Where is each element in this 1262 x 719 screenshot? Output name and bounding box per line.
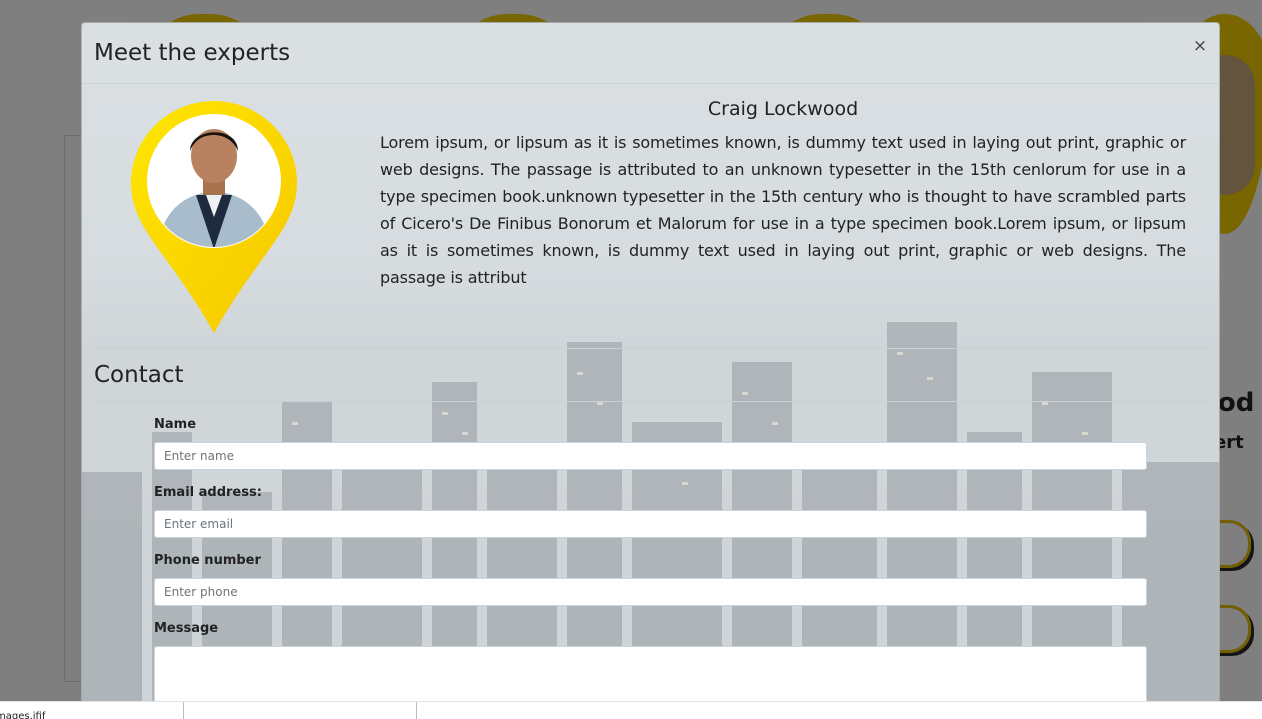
section-divider — [93, 348, 1208, 349]
name-input[interactable] — [154, 442, 1147, 470]
message-textarea[interactable] — [154, 646, 1147, 702]
message-label: Message — [154, 621, 219, 636]
download-bar: mages.jfif — [0, 701, 1262, 719]
download-bar-divider — [183, 702, 184, 719]
expert-modal: Meet the experts × Craig Lockwood Lorem … — [81, 22, 1220, 702]
expert-bio: Lorem ipsum, or lipsum as it is sometime… — [380, 133, 1186, 287]
download-file-name[interactable]: mages.jfif — [0, 711, 45, 719]
phone-input[interactable] — [154, 578, 1147, 606]
close-button[interactable]: × — [1191, 35, 1209, 57]
name-label: Name — [154, 417, 197, 432]
expert-name: Craig Lockwood — [707, 98, 859, 120]
email-input[interactable] — [154, 510, 1147, 538]
section-divider — [93, 401, 1208, 402]
email-label: Email address: — [154, 485, 262, 500]
download-bar-divider — [416, 702, 417, 719]
contact-heading: Contact — [94, 362, 184, 388]
location-pin-icon — [131, 101, 297, 333]
modal-title: Meet the experts — [94, 40, 291, 66]
phone-label: Phone number — [154, 553, 261, 568]
modal-header: Meet the experts × — [82, 23, 1219, 84]
expert-avatar-pin — [130, 99, 300, 335]
